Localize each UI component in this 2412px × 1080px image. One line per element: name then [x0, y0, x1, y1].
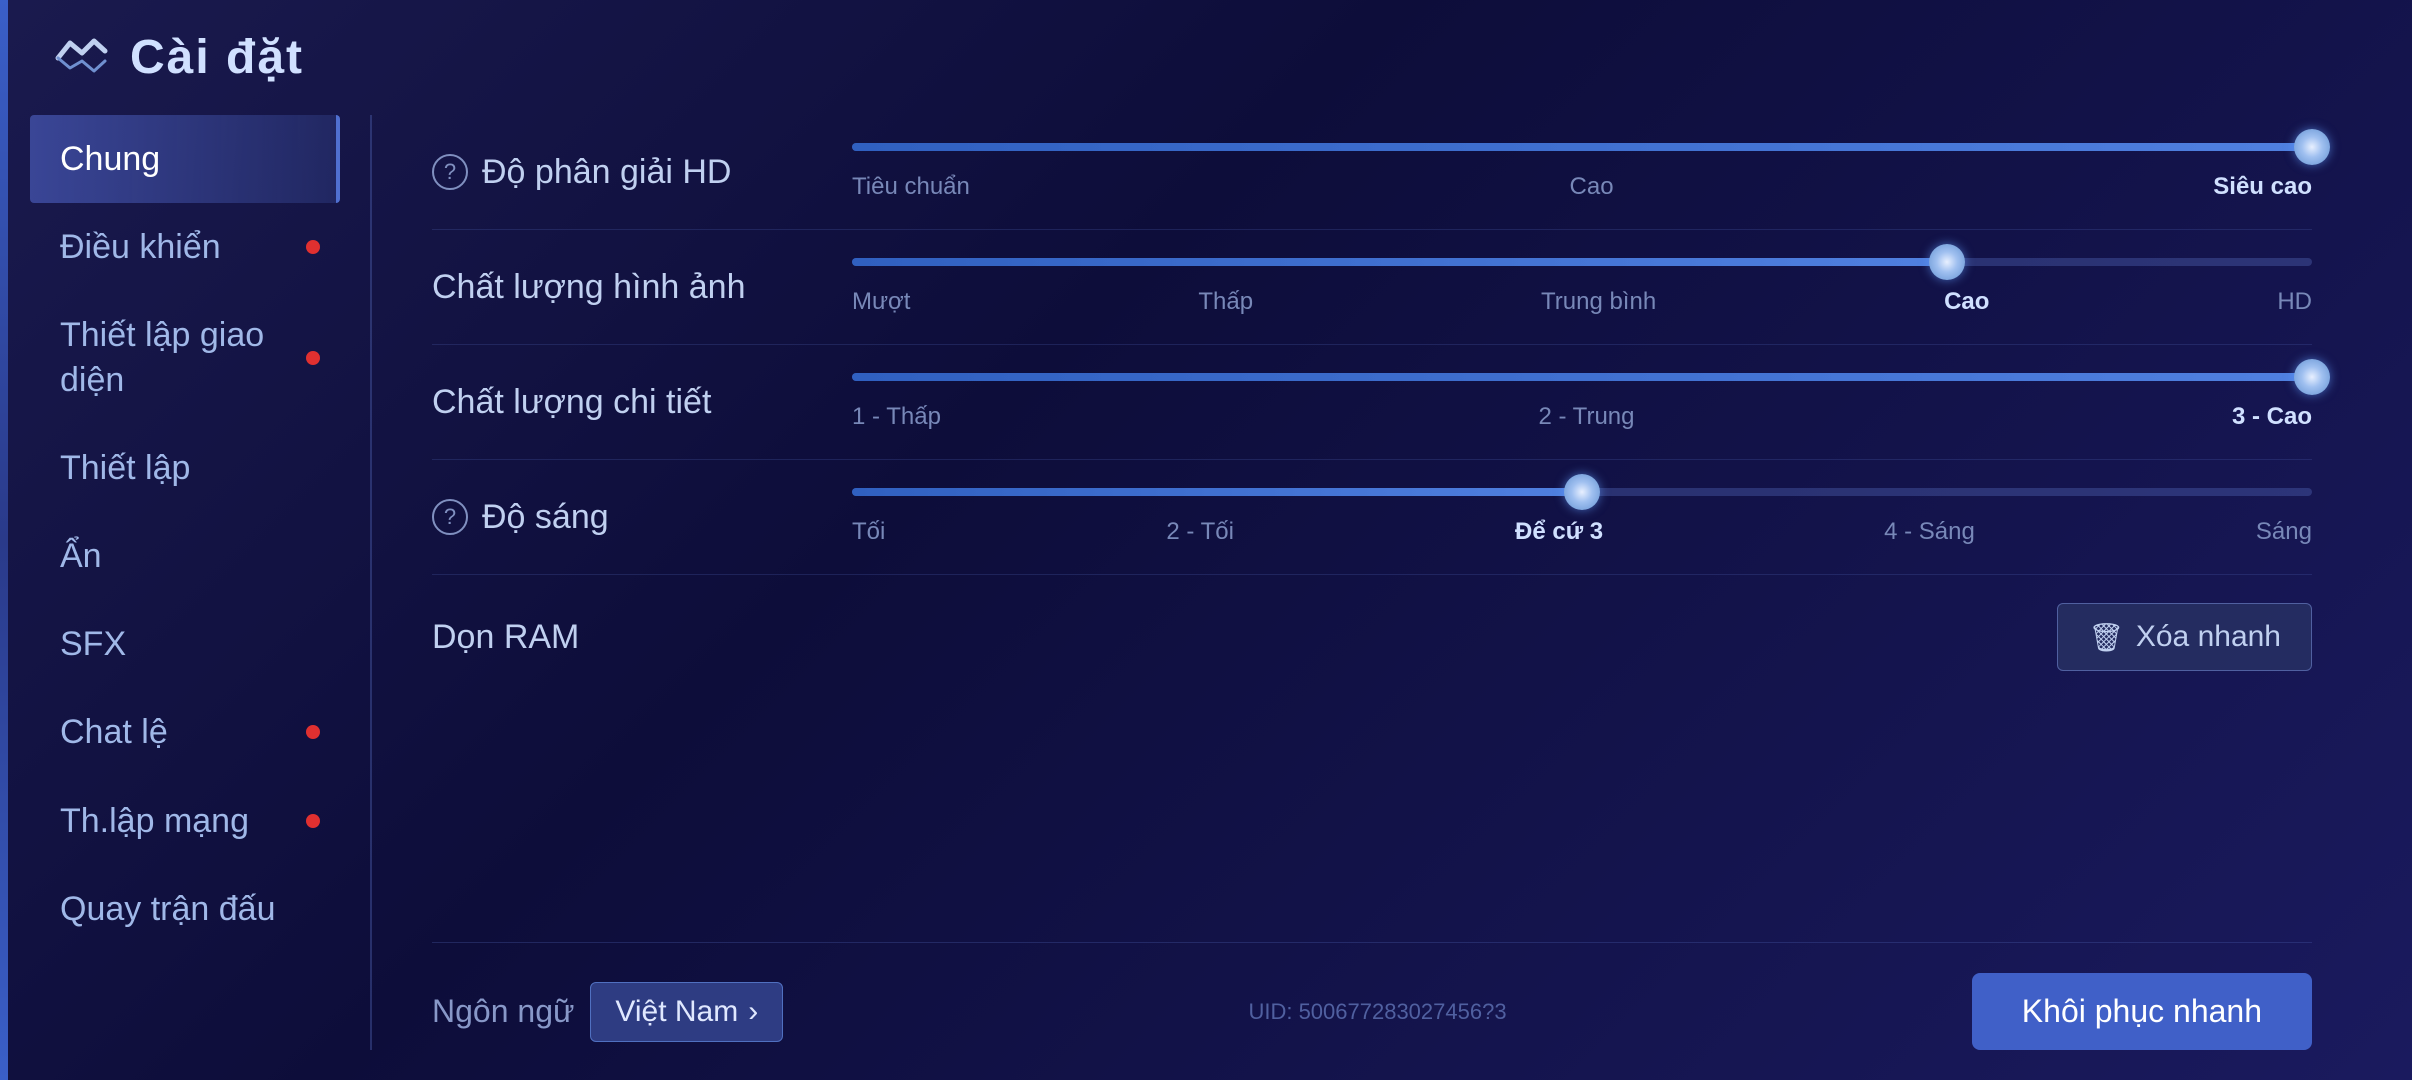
sidebar-divider	[370, 115, 372, 1050]
slider-fill-do-sang	[852, 488, 1582, 496]
language-value-button[interactable]: Việt Nam ›	[590, 982, 783, 1042]
sidebar-item-thiet-lap-giao-dien[interactable]: Thiết lập giao diện	[30, 291, 340, 423]
setting-control-do-phan-giai: Tiêu chuẩn Cao Siêu cao	[852, 143, 2312, 201]
notification-dot	[306, 725, 320, 739]
sidebar-item-an[interactable]: Ẩn	[30, 512, 340, 600]
slider-marker: Để cứ 3	[1515, 518, 1603, 546]
slider-markers-chat-luong-hinh-anh: Mượt Thấp Trung bình Cao HD	[852, 288, 2312, 316]
help-icon-do-sang[interactable]: ?	[432, 499, 468, 535]
sidebar-item-quay-tran-dau[interactable]: Quay trận đấu	[30, 865, 340, 953]
slider-chat-luong-chi-tiet[interactable]	[852, 373, 2312, 381]
slider-chat-luong-hinh-anh[interactable]	[852, 258, 2312, 266]
setting-label-text-chat-luong-hinh-anh: Chất lượng hình ảnh	[432, 268, 746, 307]
slider-thumb-chat-luong-hinh-anh[interactable]	[1929, 244, 1965, 280]
language-chevron-icon: ›	[748, 995, 758, 1029]
sidebar-item-dieu-khien[interactable]: Điều khiển	[30, 203, 340, 291]
page-title: Cài đặt	[130, 30, 304, 85]
setting-label-do-sang: ? Độ sáng	[432, 498, 852, 537]
content-area: ? Độ phân giải HD Tiêu chuẩn Cao Siêu cao Chấ…	[392, 115, 2352, 1050]
slider-thumb-chat-luong-chi-tiet[interactable]	[2294, 359, 2330, 395]
slider-marker: 2 - Trung	[1538, 403, 1634, 431]
setting-label-do-phan-giai: ? Độ phân giải HD	[432, 153, 852, 192]
slider-do-phan-giai[interactable]	[852, 143, 2312, 151]
slider-marker: Sáng	[2256, 518, 2312, 546]
slider-marker: Cao	[1944, 288, 1989, 316]
slider-marker: Trung bình	[1541, 288, 1656, 316]
settings-list: ? Độ phân giải HD Tiêu chuẩn Cao Siêu cao Chấ…	[432, 115, 2312, 932]
sidebar-item-sfx[interactable]: SFX	[30, 600, 340, 688]
left-edge-accent	[0, 0, 8, 1080]
language-value-text: Việt Nam	[615, 995, 738, 1029]
slider-thumb-do-phan-giai[interactable]	[2294, 129, 2330, 165]
notification-dot	[306, 814, 320, 828]
slider-markers-chat-luong-chi-tiet: 1 - Thấp 2 - Trung 3 - Cao	[852, 403, 2312, 431]
slider-marker: 2 - Tối	[1166, 518, 1234, 546]
slider-marker: Tiêu chuẩn	[852, 173, 970, 201]
uid-text: UID: 500677283027456?3	[1248, 999, 1506, 1025]
setting-row-chat-luong-chi-tiet: Chất lượng chi tiết 1 - Thấp 2 - Trung 3 - …	[432, 345, 2312, 460]
slider-marker: 3 - Cao	[2232, 403, 2312, 431]
slider-marker: Thấp	[1198, 288, 1253, 316]
slider-track-chat-luong-hinh-anh	[852, 258, 2312, 266]
slider-fill-chat-luong-chi-tiet	[852, 373, 2312, 381]
slider-thumb-do-sang[interactable]	[1564, 474, 1600, 510]
notification-dot	[306, 351, 320, 365]
slider-marker: HD	[2277, 288, 2312, 316]
slider-fill-do-phan-giai	[852, 143, 2312, 151]
setting-label-chat-luong-hinh-anh: Chất lượng hình ảnh	[432, 268, 852, 307]
language-label: Ngôn ngữ	[432, 993, 574, 1030]
xoa-nhanh-label: Xóa nhanh	[2136, 620, 2281, 654]
restore-button[interactable]: Khôi phục nhanh	[1972, 973, 2312, 1050]
slider-marker: Siêu cao	[2213, 173, 2312, 201]
setting-control-chat-luong-chi-tiet: 1 - Thấp 2 - Trung 3 - Cao	[852, 373, 2312, 431]
setting-control-chat-luong-hinh-anh: Mượt Thấp Trung bình Cao HD	[852, 258, 2312, 316]
help-icon-do-phan-giai[interactable]: ?	[432, 154, 468, 190]
setting-row-don-ram: Dọn RAM 🗑 Xóa nhanh	[432, 575, 2312, 699]
logo-icon	[50, 33, 110, 83]
slider-marker: Mượt	[852, 288, 910, 316]
slider-track-chat-luong-chi-tiet	[852, 373, 2312, 381]
slider-markers-do-phan-giai: Tiêu chuẩn Cao Siêu cao	[852, 173, 2312, 201]
sidebar-item-chung[interactable]: Chung	[30, 115, 340, 203]
slider-do-sang[interactable]	[852, 488, 2312, 496]
sidebar-item-thiet-lap[interactable]: Thiết lập	[30, 424, 340, 512]
notification-dot	[306, 240, 320, 254]
sidebar: ChungĐiều khiểnThiết lập giao diệnThiết …	[30, 115, 350, 1050]
slider-marker: Cao	[1570, 173, 1614, 201]
trash-icon: 🗑	[2088, 621, 2124, 654]
slider-markers-do-sang: Tối 2 - Tối Để cứ 3 4 - Sáng Sáng	[852, 518, 2312, 546]
setting-row-do-phan-giai: ? Độ phân giải HD Tiêu chuẩn Cao Siêu cao	[432, 115, 2312, 230]
slider-track-do-phan-giai	[852, 143, 2312, 151]
slider-fill-chat-luong-hinh-anh	[852, 258, 1947, 266]
sidebar-item-th-lap-mang[interactable]: Th.lập mạng	[30, 777, 340, 865]
setting-control-don-ram: 🗑 Xóa nhanh	[852, 603, 2312, 671]
slider-marker: 1 - Thấp	[852, 403, 941, 431]
slider-marker: 4 - Sáng	[1884, 518, 1975, 546]
page-header: Cài đặt	[30, 30, 2352, 85]
slider-marker: Tối	[852, 518, 885, 546]
setting-label-text-don-ram: Dọn RAM	[432, 618, 579, 657]
setting-label-text-do-sang: Độ sáng	[482, 498, 609, 537]
setting-label-text-chat-luong-chi-tiet: Chất lượng chi tiết	[432, 383, 711, 422]
setting-row-do-sang: ? Độ sáng Tối 2 - Tối Để cứ 3 4 - Sáng Sáng	[432, 460, 2312, 575]
footer: Ngôn ngữ Việt Nam › UID: 500677283027456…	[432, 942, 2312, 1050]
slider-track-do-sang	[852, 488, 2312, 496]
setting-label-don-ram: Dọn RAM	[432, 618, 852, 657]
xoa-nhanh-button[interactable]: 🗑 Xóa nhanh	[2057, 603, 2312, 671]
setting-label-chat-luong-chi-tiet: Chất lượng chi tiết	[432, 383, 852, 422]
language-selector: Ngôn ngữ Việt Nam ›	[432, 982, 783, 1042]
setting-label-text-do-phan-giai: Độ phân giải HD	[482, 153, 731, 192]
setting-control-do-sang: Tối 2 - Tối Để cứ 3 4 - Sáng Sáng	[852, 488, 2312, 546]
sidebar-item-chat-le[interactable]: Chat lệ	[30, 688, 340, 776]
setting-row-chat-luong-hinh-anh: Chất lượng hình ảnh Mượt Thấp Trung bình Cao…	[432, 230, 2312, 345]
